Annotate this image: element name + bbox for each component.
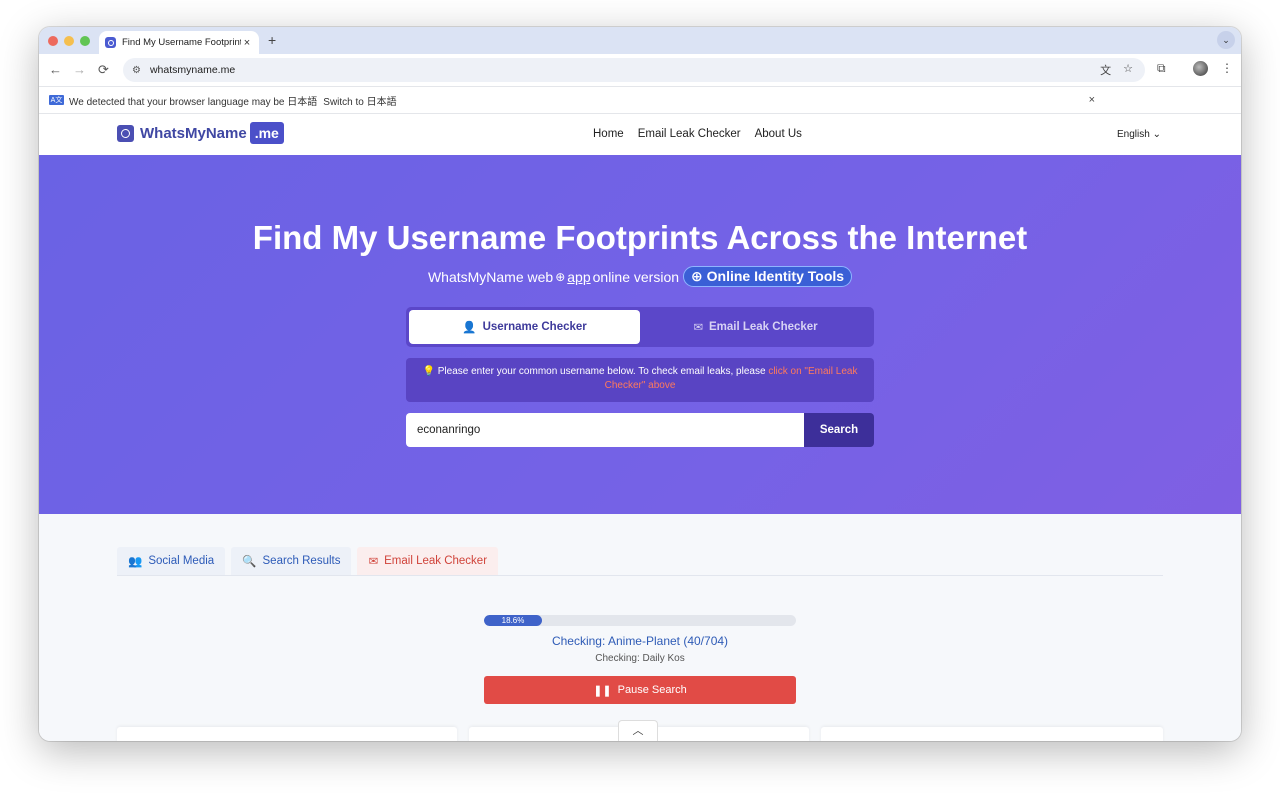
- search-hint: 💡 Please enter your common username belo…: [406, 358, 874, 402]
- tab-social-media[interactable]: 👥 Social Media: [117, 547, 226, 575]
- language-label: English: [1117, 129, 1150, 140]
- tab-email-leak[interactable]: ✉ Email Leak Checker: [357, 547, 499, 575]
- logo-text: WhatsMyName: [140, 124, 247, 142]
- results-section: 👥 Social Media 🔍 Search Results ✉ Email …: [39, 514, 1241, 741]
- username-search-input[interactable]: [406, 413, 804, 447]
- web-page: WhatsMyName .me Home Email Leak Checker …: [39, 114, 1241, 741]
- download-circle-icon: ⊕: [691, 268, 707, 284]
- download-circle-icon: ⊕: [555, 269, 566, 284]
- tab-social-label: Social Media: [148, 555, 215, 567]
- chevron-up-icon[interactable]: ︿: [618, 720, 658, 741]
- tab-strip: Find My Username Footprints × + ⌄: [39, 27, 1241, 54]
- progress-fill: 18.6%: [484, 615, 543, 626]
- switch-language-link[interactable]: Switch to 日本語: [323, 93, 396, 108]
- browser-toolbar: ← → ⟳ ⚙ whatsmyname.me 文 ☆ ⧉ ⋮: [39, 54, 1241, 87]
- browser-tab-active[interactable]: Find My Username Footprints ×: [99, 31, 259, 54]
- search-form: Search: [406, 413, 874, 447]
- pause-icon: ❚❚: [593, 684, 612, 697]
- logo-badge: .me: [249, 122, 284, 144]
- close-window-button[interactable]: [48, 36, 58, 46]
- checker-mode-tabs: 👤 Username Checker ✉ Email Leak Checker: [406, 307, 874, 347]
- translate-icon: A文: [49, 95, 64, 105]
- avatar[interactable]: [1193, 61, 1208, 79]
- tab-username-label: Username Checker: [482, 321, 587, 333]
- browser-window: Find My Username Footprints × + ⌄ ← → ⟳ …: [39, 27, 1241, 741]
- app-link[interactable]: app: [567, 269, 590, 285]
- magnifier-logo-icon: [105, 37, 116, 48]
- tab-search-button[interactable]: ⌄: [1217, 31, 1235, 49]
- tab-email-leak-label: Email Leak Checker: [384, 555, 488, 567]
- hero-subtitle: WhatsMyName web ⊕ app online version ⊕ O…: [39, 266, 1241, 287]
- checking-status: Checking: Anime-Planet (40/704): [551, 634, 729, 648]
- address-bar[interactable]: ⚙ whatsmyname.me 文 ☆: [123, 58, 1145, 82]
- reload-button[interactable]: ⟳: [98, 62, 109, 78]
- users-icon: 👥: [128, 556, 143, 568]
- result-card: [821, 727, 1163, 741]
- browser-menu-button[interactable]: ⋮: [1221, 61, 1233, 75]
- tab-search-label: Search Results: [262, 555, 341, 567]
- subtitle-suffix: online version: [592, 268, 680, 285]
- tab-title: Find My Username Footprints: [122, 37, 241, 48]
- language-infobar: A文 We detected that your browser languag…: [39, 87, 1241, 114]
- new-tab-button[interactable]: +: [268, 32, 276, 48]
- page-title: Find My Username Footprints Across the I…: [252, 219, 1028, 256]
- chevron-down-icon: ⌄: [1152, 129, 1161, 140]
- pause-search-button[interactable]: ❚❚ Pause Search: [484, 676, 796, 704]
- url-text: whatsmyname.me: [149, 64, 236, 76]
- envelope-icon: ✉: [368, 556, 379, 568]
- site-header: WhatsMyName .me Home Email Leak Checker …: [39, 114, 1241, 155]
- progress-bar: 18.6%: [484, 615, 796, 626]
- puzzle-icon[interactable]: ⧉: [1157, 61, 1166, 76]
- translate-icon[interactable]: 文: [1100, 62, 1111, 78]
- online-identity-tools-button[interactable]: ⊕ Online Identity Tools: [683, 266, 853, 287]
- magnifier-logo-icon: [117, 124, 134, 142]
- lightbulb-icon: 💡: [422, 366, 435, 377]
- checking-substatus: Checking: Daily Kos: [595, 653, 685, 664]
- tab-close-icon[interactable]: ×: [241, 37, 253, 49]
- hero-section: Find My Username Footprints Across the I…: [39, 155, 1241, 514]
- star-icon[interactable]: ☆: [1123, 62, 1133, 78]
- nav-home[interactable]: Home: [593, 128, 624, 140]
- close-icon[interactable]: ×: [1089, 94, 1095, 106]
- subtitle-prefix: WhatsMyName web: [427, 268, 554, 285]
- nav-email-leak-checker[interactable]: Email Leak Checker: [638, 128, 741, 140]
- envelope-icon: ✉: [693, 322, 703, 334]
- main-nav: Home Email Leak Checker About Us: [593, 128, 802, 140]
- infobar-message: We detected that your browser language m…: [69, 96, 318, 108]
- results-tabs: 👥 Social Media 🔍 Search Results ✉ Email …: [117, 547, 499, 575]
- forward-button[interactable]: →: [73, 62, 86, 77]
- tab-search-results[interactable]: 🔍 Search Results: [231, 547, 352, 575]
- tabs-divider: [117, 575, 1163, 576]
- identity-tools-label: Online Identity Tools: [706, 268, 845, 284]
- user-icon: 👤: [462, 322, 477, 334]
- nav-about-us[interactable]: About Us: [755, 128, 802, 140]
- tab-email-leak-checker[interactable]: ✉ Email Leak Checker: [640, 310, 871, 344]
- minimize-window-button[interactable]: [64, 36, 74, 46]
- language-selector[interactable]: English ⌄: [1117, 129, 1161, 140]
- hint-text: Please enter your common username below.…: [437, 366, 766, 377]
- tab-email-label: Email Leak Checker: [708, 321, 818, 333]
- result-card: [117, 727, 457, 741]
- site-logo[interactable]: WhatsMyName .me: [117, 122, 284, 144]
- tab-username-checker[interactable]: 👤 Username Checker: [409, 310, 640, 344]
- tune-icon[interactable]: ⚙: [132, 65, 141, 76]
- search-icon: 🔍: [242, 556, 257, 568]
- pause-label: Pause Search: [617, 684, 687, 696]
- search-button[interactable]: Search: [804, 413, 874, 447]
- maximize-window-button[interactable]: [80, 36, 90, 46]
- back-button[interactable]: ←: [49, 62, 62, 77]
